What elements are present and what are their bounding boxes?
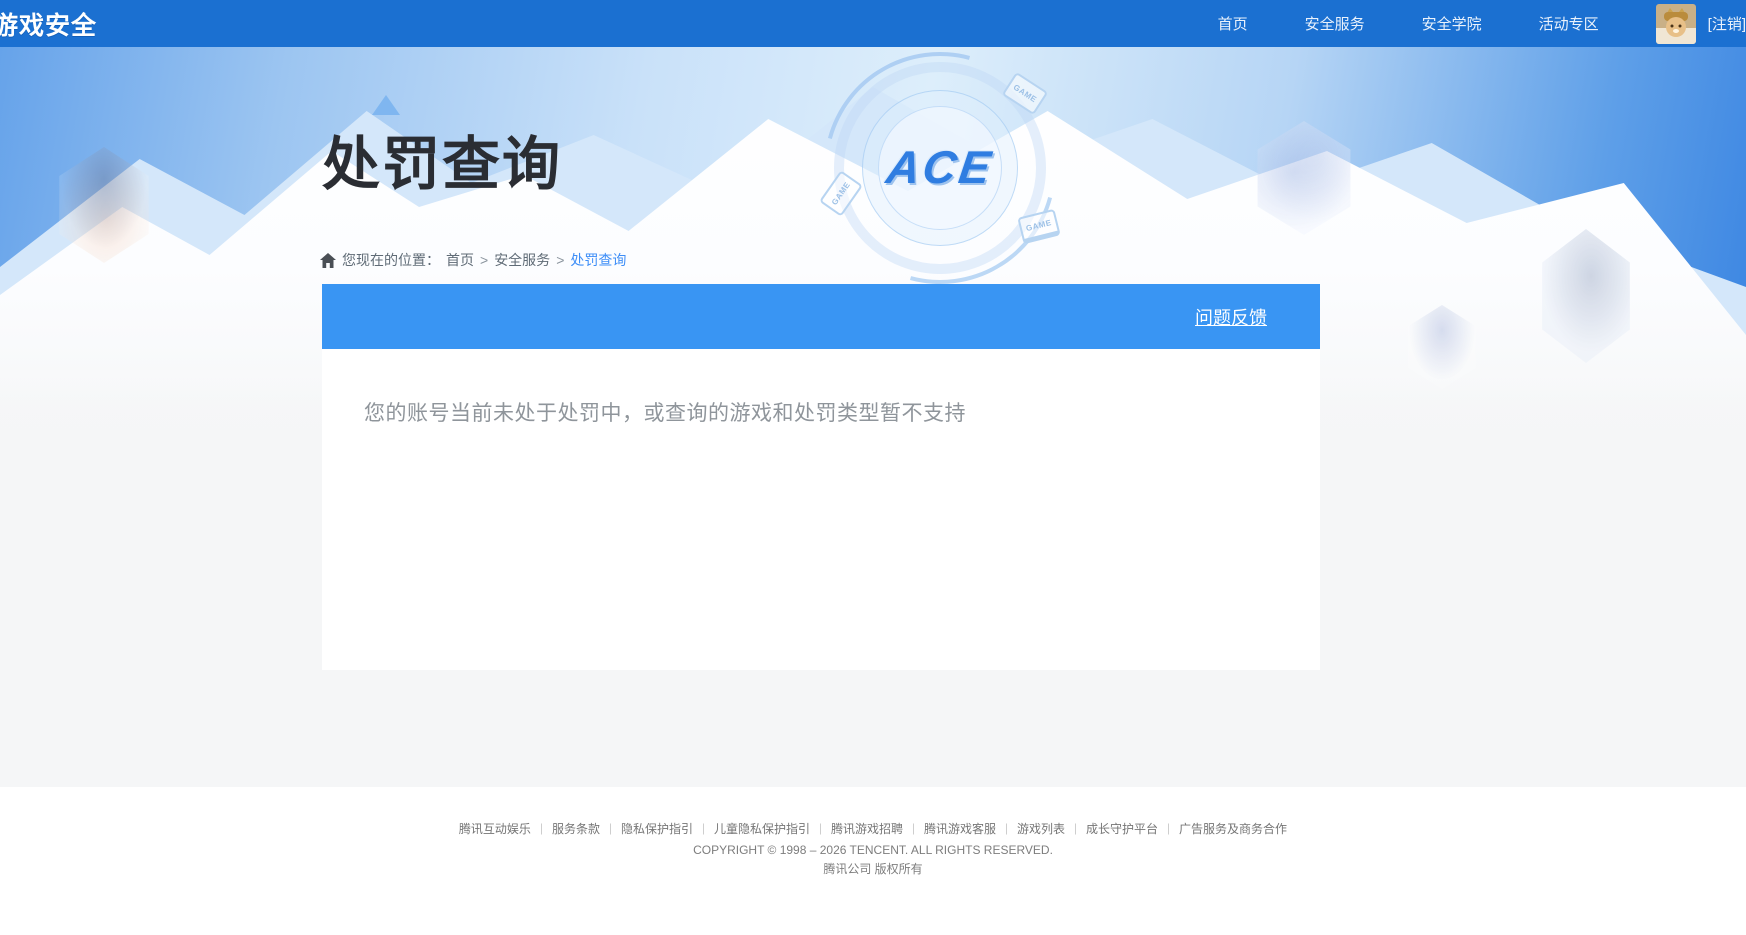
query-result-message: 您的账号当前未处于处罚中，或查询的游戏和处罚类型暂不支持 (364, 402, 966, 425)
footer-copyright: COPYRIGHT © 1998 – 2026 TENCENT. ALL RIG… (693, 843, 1053, 857)
nav-item-activity-zone[interactable]: 活动专区 (1539, 13, 1599, 34)
footer-company: 腾讯公司 版权所有 (823, 862, 923, 876)
footer-link[interactable]: 广告服务及商务合作 (1158, 822, 1287, 836)
footer-link[interactable]: 隐私保护指引 (600, 822, 693, 836)
logout-link[interactable]: [注销] (1708, 13, 1746, 34)
breadcrumb-link-home[interactable]: 首页 (446, 252, 474, 268)
footer-link[interactable]: 成长守护平台 (1065, 822, 1158, 836)
site-logo[interactable]: 游戏安全 (0, 6, 97, 42)
user-avatar[interactable] (1655, 3, 1696, 44)
breadcrumb-separator: > (480, 252, 489, 268)
breadcrumb: 您现在的位置： 首页 > 安全服务 > 处罚查询 (320, 252, 1746, 268)
breadcrumb-link-security-services[interactable]: 安全服务 (494, 252, 550, 268)
feedback-link[interactable]: 问题反馈 (1195, 304, 1267, 330)
top-nav: 游戏安全 首页 安全服务 安全学院 活动专区 [注销] (0, 0, 1746, 47)
footer-link[interactable]: 服务条款 (531, 822, 600, 836)
main-menu: 首页 安全服务 安全学院 活动专区 [注销] (1218, 3, 1746, 44)
breadcrumb-separator: > (556, 252, 565, 268)
panel-body: 您的账号当前未处于处罚中，或查询的游戏和处罚类型暂不支持 (322, 349, 1320, 670)
nav-item-security-academy[interactable]: 安全学院 (1422, 13, 1482, 34)
footer-link[interactable]: 腾讯互动娱乐 (459, 822, 531, 836)
footer-links-row: 腾讯互动娱乐服务条款隐私保护指引儿童隐私保护指引腾讯游戏招聘腾讯游戏客服游戏列表… (0, 820, 1746, 839)
panel-header-bar: 问题反馈 (322, 284, 1320, 349)
footer-link[interactable]: 儿童隐私保护指引 (693, 822, 810, 836)
footer-link[interactable]: 游戏列表 (996, 822, 1065, 836)
breadcrumb-prefix: 您现在的位置： (342, 252, 440, 268)
punishment-query-panel: 问题反馈 您的账号当前未处于处罚中，或查询的游戏和处罚类型暂不支持 (322, 284, 1320, 670)
page-title: 处罚查询 (322, 132, 563, 197)
nav-item-home[interactable]: 首页 (1218, 13, 1248, 34)
footer-link[interactable]: 腾讯游戏客服 (903, 822, 996, 836)
footer-link[interactable]: 腾讯游戏招聘 (810, 822, 903, 836)
peak-triangle-decoration (372, 95, 400, 115)
nav-item-security-services[interactable]: 安全服务 (1305, 13, 1365, 34)
home-icon (320, 252, 336, 268)
breadcrumb-current-page: 处罚查询 (570, 252, 627, 268)
page-footer: 腾讯互动娱乐服务条款隐私保护指引儿童隐私保护指引腾讯游戏招聘腾讯游戏客服游戏列表… (0, 787, 1746, 935)
